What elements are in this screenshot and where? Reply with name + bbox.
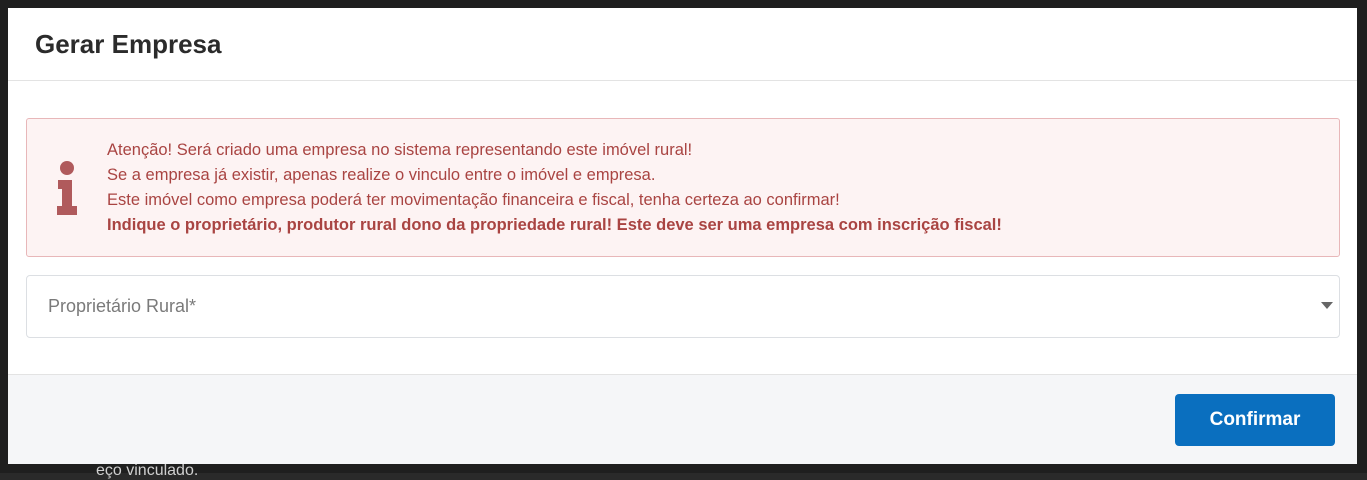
info-icon [27,160,107,216]
alert-line-existing-company: Se a empresa já existir, apenas realize … [107,166,656,184]
confirm-button[interactable]: Confirmar [1175,394,1335,446]
background-text: eço vinculado. [96,462,199,479]
modal-footer: Confirmar [8,374,1357,464]
modal-title: Gerar Empresa [35,28,222,59]
alert-message: Atenção! Será criado uma empresa no sist… [107,139,1002,236]
gerar-empresa-modal: Gerar Empresa Atenção! Será criado uma e… [8,8,1357,464]
owner-select[interactable]: Proprietário Rural* [26,275,1340,338]
alert-line-financial: Este imóvel como empresa poderá ter movi… [107,191,840,209]
alert-line-attention: Atenção! Será criado uma empresa no sist… [107,141,693,159]
chevron-down-icon[interactable] [1321,302,1333,309]
modal-header: Gerar Empresa [8,8,1357,81]
alert-line-owner-instruction: Indique o proprietário, produtor rural d… [107,216,1002,234]
owner-select-placeholder: Proprietário Rural* [48,296,197,316]
warning-alert: Atenção! Será criado uma empresa no sist… [26,118,1340,257]
